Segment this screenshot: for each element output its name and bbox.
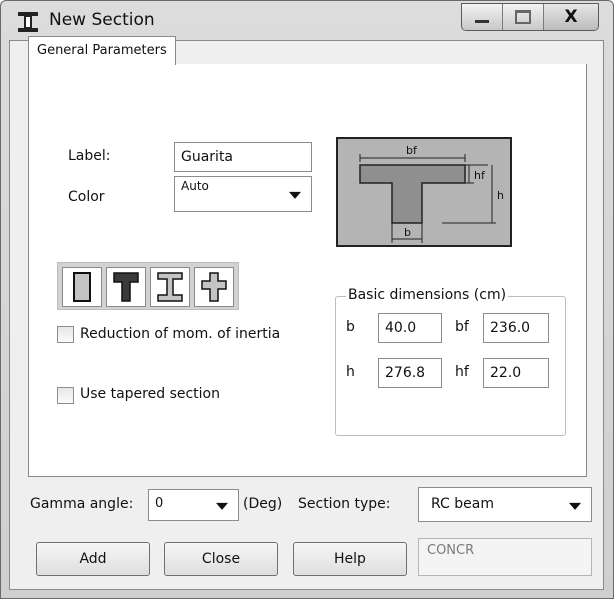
- rectangle-section-button[interactable]: [62, 267, 102, 307]
- gamma-unit-label: (Deg): [243, 496, 283, 512]
- color-select-value: Auto: [181, 179, 209, 193]
- material-field: CONCR: [418, 538, 592, 576]
- chevron-down-icon: [216, 502, 228, 510]
- minimize-button[interactable]: [462, 4, 503, 30]
- dim-label-hf: hf: [474, 169, 486, 182]
- section-type-select[interactable]: RC beam: [418, 487, 592, 522]
- cross-section-button[interactable]: [194, 267, 234, 307]
- dim-hf-input[interactable]: 22.0: [483, 358, 549, 388]
- chevron-down-icon: [569, 502, 581, 510]
- maximize-button[interactable]: [503, 4, 544, 30]
- close-icon: X: [564, 7, 578, 27]
- dim-b-label: b: [346, 319, 355, 335]
- dim-label-b: b: [404, 226, 411, 239]
- section-type-value: RC beam: [431, 496, 494, 512]
- t-section-button[interactable]: [106, 267, 146, 307]
- dim-h-input[interactable]: 276.8: [378, 358, 442, 388]
- window-controls: X: [461, 3, 599, 31]
- rectangle-section-icon: [73, 272, 91, 302]
- label-input-value: Guarita: [181, 149, 234, 165]
- color-select[interactable]: Auto: [174, 176, 312, 212]
- dim-bf-label: bf: [455, 319, 469, 335]
- section-shape-toolbar: [57, 262, 239, 310]
- dim-hf-value: 22.0: [490, 365, 522, 381]
- i-section-button[interactable]: [150, 267, 190, 307]
- cross-section-icon: [201, 272, 227, 302]
- gamma-angle-value: 0: [155, 496, 164, 511]
- minimize-icon: [475, 19, 489, 23]
- dim-hf-label: hf: [455, 364, 469, 380]
- i-beam-icon: [18, 12, 38, 32]
- tapered-section-checkbox[interactable]: [57, 387, 74, 404]
- help-button[interactable]: Help: [293, 542, 407, 576]
- label-caption: Label:: [68, 148, 111, 164]
- basic-dimensions-title: Basic dimensions (cm): [346, 287, 509, 303]
- tapered-section-label: Use tapered section: [80, 386, 220, 402]
- chevron-down-icon: [289, 191, 301, 199]
- title-bar[interactable]: New Section X: [1, 1, 613, 41]
- gamma-angle-label: Gamma angle:: [30, 496, 134, 512]
- section-preview-diagram: bf hf h b: [336, 137, 512, 247]
- gamma-angle-select[interactable]: 0: [148, 489, 239, 521]
- dim-h-label: h: [346, 364, 355, 380]
- reduction-inertia-label: Reduction of mom. of inertia: [80, 326, 281, 342]
- color-caption: Color: [68, 189, 105, 205]
- t-section-diagram: bf hf h b: [359, 144, 504, 243]
- t-section-icon: [113, 272, 139, 302]
- dim-h-value: 276.8: [385, 365, 426, 381]
- add-button[interactable]: Add: [36, 542, 150, 576]
- reduction-inertia-checkbox[interactable]: [57, 326, 74, 343]
- close-window-button[interactable]: X: [544, 4, 598, 30]
- label-input[interactable]: Guarita: [174, 142, 312, 172]
- tab-general-parameters[interactable]: General Parameters: [28, 36, 176, 65]
- dim-b-value: 40.0: [385, 320, 417, 336]
- dim-label-h: h: [497, 189, 504, 202]
- dim-label-bf: bf: [406, 144, 418, 157]
- window-title: New Section: [49, 10, 155, 30]
- i-section-icon: [157, 272, 183, 302]
- dim-bf-value: 236.0: [490, 320, 531, 336]
- section-type-label: Section type:: [298, 496, 391, 512]
- dim-bf-input[interactable]: 236.0: [483, 313, 549, 343]
- close-button[interactable]: Close: [164, 542, 278, 576]
- dim-b-input[interactable]: 40.0: [378, 313, 442, 343]
- maximize-icon: [515, 10, 531, 24]
